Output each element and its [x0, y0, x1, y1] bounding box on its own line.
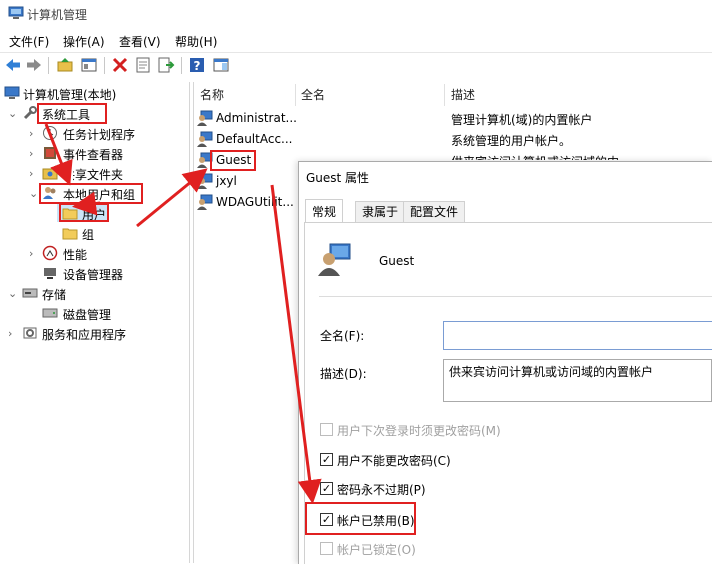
storage-icon — [22, 288, 38, 298]
chevron-right-icon[interactable]: › — [8, 327, 12, 340]
tree-groups[interactable]: 组 — [82, 226, 94, 243]
chevron-down-icon[interactable]: ⌄ — [8, 107, 17, 120]
menu-view[interactable]: 查看(V) — [119, 33, 161, 50]
help-icon[interactable]: ? — [188, 56, 206, 74]
user-row-name[interactable]: DefaultAcc... — [216, 132, 292, 146]
user-row-description: 管理计算机(域)的内置帐户 — [451, 113, 593, 127]
tree-services-apps[interactable]: 服务和应用程序 — [42, 326, 126, 343]
user-row-name[interactable]: jxyl — [216, 174, 237, 188]
checkbox-account-locked[interactable] — [320, 542, 333, 555]
annotation-box-local-users — [39, 183, 143, 204]
toolbar-separator — [181, 57, 182, 74]
event-viewer-icon — [44, 147, 56, 159]
user-icon — [197, 173, 213, 189]
computer-icon — [4, 86, 20, 99]
column-header-fullname[interactable]: 全名 — [301, 86, 325, 103]
dialog-username: Guest — [379, 254, 415, 268]
divider — [319, 296, 712, 297]
user-row-name[interactable]: WDAGUtilit... — [216, 195, 294, 209]
toolbar-separator — [48, 57, 49, 74]
menu-bar — [0, 28, 712, 52]
title-bar — [0, 0, 712, 28]
back-arrow-icon[interactable] — [4, 56, 22, 74]
disk-management-icon — [42, 308, 58, 318]
checkbox-label: 用户下次登录时须更改密码(M) — [337, 424, 501, 438]
checkbox-password-never-expires[interactable]: ✓ — [320, 482, 333, 495]
tree-storage[interactable]: 存储 — [42, 286, 66, 303]
shared-folder-icon — [42, 168, 58, 180]
toolbar-separator — [104, 57, 105, 74]
show-hide-pane-icon[interactable] — [212, 56, 230, 74]
menu-help[interactable]: 帮助(H) — [175, 33, 217, 50]
user-icon — [197, 131, 213, 147]
annotation-box-account-disabled — [305, 502, 416, 535]
column-separator[interactable] — [295, 84, 296, 106]
chevron-down-icon[interactable]: ⌄ — [8, 287, 17, 300]
column-separator[interactable] — [444, 84, 445, 106]
svg-text:?: ? — [194, 59, 201, 73]
user-row-description: 系统管理的用户帐户。 — [451, 134, 572, 148]
console-tree-icon[interactable] — [80, 56, 98, 74]
description-label: 描述(D): — [320, 367, 367, 381]
column-header-name[interactable]: 名称 — [200, 86, 224, 103]
folder-icon — [62, 228, 78, 240]
properties-icon[interactable] — [134, 56, 152, 74]
performance-icon — [42, 245, 58, 261]
delete-icon[interactable] — [111, 56, 129, 74]
export-icon[interactable] — [157, 56, 175, 74]
chevron-down-icon[interactable]: ⌄ — [29, 187, 38, 200]
checkbox-cannot-change-password[interactable]: ✓ — [320, 453, 333, 466]
menu-file[interactable]: 文件(F) — [9, 33, 49, 50]
menu-action[interactable]: 操作(A) — [63, 33, 105, 50]
chevron-right-icon[interactable]: › — [29, 127, 33, 140]
chevron-right-icon[interactable]: › — [29, 167, 33, 180]
checkbox-label: 用户不能更改密码(C) — [337, 454, 451, 468]
dialog-title: Guest 属性 — [306, 171, 370, 185]
tree-event-viewer[interactable]: 事件查看器 — [63, 146, 123, 163]
tools-icon — [23, 106, 37, 120]
computer-management-icon — [8, 6, 24, 19]
services-icon — [23, 327, 37, 339]
description-input[interactable]: 供来宾访问计算机或访问域的内置帐户 — [443, 359, 712, 402]
annotation-box-guest — [210, 150, 256, 171]
chevron-right-icon[interactable]: › — [29, 247, 33, 260]
tree-disk-management[interactable]: 磁盘管理 — [63, 306, 111, 323]
user-large-icon — [318, 243, 351, 276]
user-icon — [197, 110, 213, 126]
annotation-box-system-tools — [37, 103, 107, 124]
checkbox-must-change-password[interactable] — [320, 423, 333, 436]
checkbox-label: 帐户已锁定(O) — [337, 543, 416, 557]
device-manager-icon — [44, 268, 56, 279]
window-title: 计算机管理 — [27, 8, 88, 22]
tab-member-of[interactable]: 隶属于 — [355, 201, 406, 223]
chevron-right-icon[interactable]: › — [29, 147, 33, 160]
tree-device-manager[interactable]: 设备管理器 — [63, 266, 123, 283]
fullname-input[interactable] — [443, 321, 712, 350]
fullname-label: 全名(F): — [320, 329, 365, 343]
up-folder-icon[interactable] — [56, 56, 74, 74]
tab-general[interactable]: 常规 — [305, 199, 344, 224]
tree-root[interactable]: 计算机管理(本地) — [23, 86, 116, 103]
toolbar — [0, 52, 712, 81]
tree-task-scheduler[interactable]: 任务计划程序 — [63, 126, 135, 143]
forward-arrow-icon[interactable] — [25, 56, 43, 74]
user-icon — [197, 194, 213, 210]
user-row-name[interactable]: Administrat... — [216, 111, 297, 125]
clock-icon — [43, 126, 57, 140]
annotation-box-users — [59, 203, 109, 222]
column-header-description[interactable]: 描述 — [451, 86, 475, 103]
checkbox-label: 密码永不过期(P) — [337, 483, 426, 497]
tab-profile[interactable]: 配置文件 — [403, 201, 466, 223]
tree-performance[interactable]: 性能 — [63, 246, 87, 263]
